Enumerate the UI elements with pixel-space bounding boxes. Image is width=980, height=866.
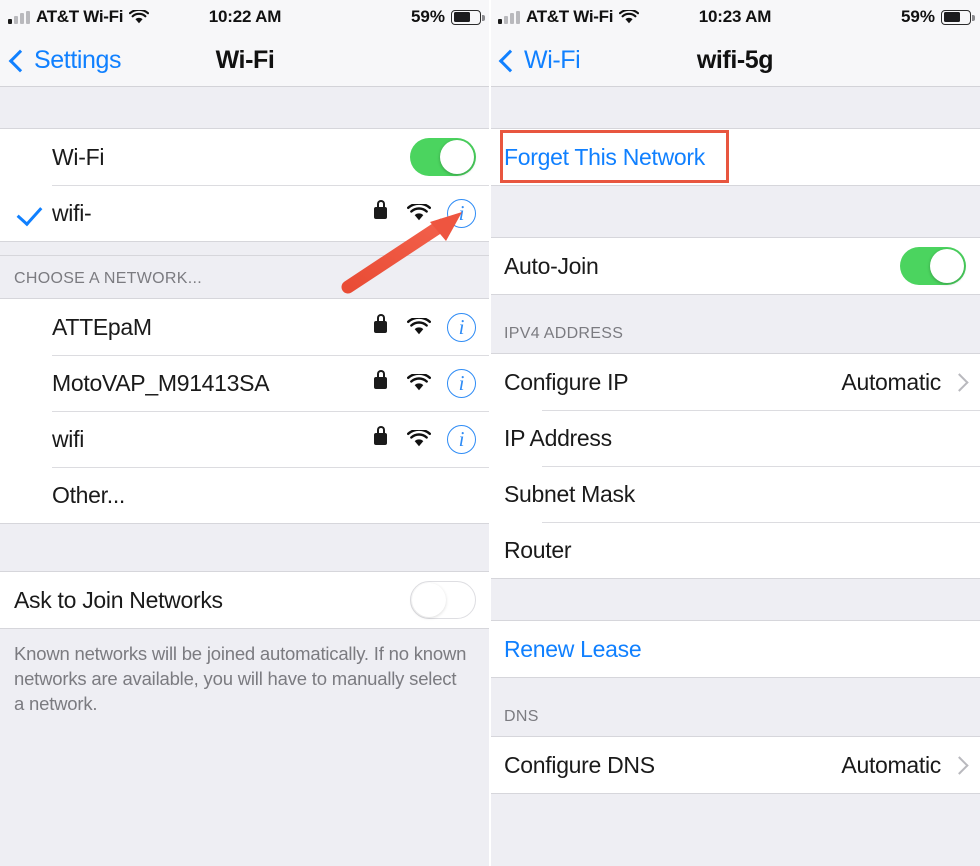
ask-to-join-footnote: Known networks will be joined automatica… [0,629,490,716]
connected-network-icons: i [374,198,476,228]
wifi-icon [407,374,431,391]
renew-lease-group: Renew Lease [490,621,980,678]
left-phone-screen: AT&T Wi-Fi 10:22 AM 59% Settings Wi-Fi W… [0,0,490,866]
renew-lease-label: Renew Lease [504,635,642,662]
configure-dns-value: Automatic [841,751,941,778]
choose-network-header: CHOOSE A NETWORK... [0,256,490,298]
battery-icon [451,9,485,25]
subnet-mask-label: Subnet Mask [504,480,635,507]
top-gap [490,87,980,129]
status-bar: AT&T Wi-Fi 10:23 AM 59% [490,0,980,34]
forget-network-group: Forget This Network [490,129,980,186]
row-connected-network[interactable]: wifi- i [0,185,490,241]
navigation-bar: Settings Wi-Fi [0,34,490,87]
section-gap-networks [0,242,490,256]
dns-header-band: DNS [490,678,980,736]
wifi-toggle-label: Wi-Fi [52,143,105,170]
network-list-group: ATTEpaM i MotoVAP_M91413SA i wifi i Othe… [0,298,490,524]
list-item-other-network[interactable]: Other... [0,467,490,523]
wifi-group: Wi-Fi wifi- i [0,129,490,242]
ip-address-label: IP Address [504,424,612,451]
dns-group: Configure DNS Automatic [490,736,980,794]
info-circle-icon[interactable]: i [447,312,476,342]
list-item-network[interactable]: MotoVAP_M91413SA i [0,355,490,411]
navigation-bar: Wi-Fi wifi-5g [490,34,980,87]
ask-to-join-label: Ask to Join Networks [14,586,223,613]
battery-percent-label: 59% [900,7,935,26]
network-name: Other... [52,481,126,508]
row-forget-this-network[interactable]: Forget This Network [490,129,980,185]
row-configure-ip[interactable]: Configure IP Automatic [490,354,980,410]
configure-dns-label: Configure DNS [504,751,655,778]
chevron-right-icon [950,755,969,775]
ipv4-section-header: IPV4 ADDRESS [490,295,980,353]
wifi-icon [407,204,431,221]
network-name: MotoVAP_M91413SA [52,369,270,396]
router-label: Router [504,536,572,563]
row-subnet-mask[interactable]: Subnet Mask [490,466,980,522]
choose-network-header-band: CHOOSE A NETWORK... [0,256,490,298]
row-wifi-toggle[interactable]: Wi-Fi [0,129,490,185]
section-gap-renew-lease [490,579,980,621]
lock-icon [374,314,387,333]
info-circle-icon[interactable]: i [447,198,476,228]
info-circle-icon[interactable]: i [447,368,476,398]
battery-icon [941,9,975,25]
wifi-icon [407,430,431,447]
status-bar-right: 59% [900,7,975,27]
lock-icon [374,370,387,389]
page-title: wifi-5g [696,45,774,74]
network-row-icons: i [374,312,476,342]
page-title: Wi-Fi [215,45,275,74]
lock-icon [374,200,387,219]
list-item-network[interactable]: ATTEpaM i [0,299,490,355]
row-renew-lease[interactable]: Renew Lease [490,621,980,677]
network-name: wifi [52,425,85,452]
connected-network-name: wifi- [52,199,92,226]
row-ask-to-join[interactable]: Ask to Join Networks [0,572,490,628]
network-name: ATTEpaM [52,313,152,340]
lock-icon [374,426,387,445]
row-ip-address[interactable]: IP Address [490,410,980,466]
battery-percent-label: 59% [410,7,445,26]
top-gap [0,87,490,129]
wifi-icon [407,318,431,335]
network-row-icons: i [374,424,476,454]
status-bar-right: 59% [410,7,485,27]
configure-ip-label: Configure IP [504,368,629,395]
info-circle-icon[interactable]: i [447,424,476,454]
ipv4-header-band: IPV4 ADDRESS [490,295,980,353]
row-configure-dns[interactable]: Configure DNS Automatic [490,737,980,793]
list-item-network[interactable]: wifi i [0,411,490,467]
forget-this-network-label: Forget This Network [504,143,705,170]
checkmark-icon [16,199,43,227]
section-gap-ask-to-join [0,524,490,572]
row-router[interactable]: Router [490,522,980,578]
ask-to-join-toggle[interactable] [410,581,476,619]
right-phone-screen: AT&T Wi-Fi 10:23 AM 59% Wi-Fi wifi-5g Fo… [490,0,980,866]
status-bar: AT&T Wi-Fi 10:22 AM 59% [0,0,490,34]
panel-divider [489,0,491,866]
screenshot-root: AT&T Wi-Fi 10:22 AM 59% Settings Wi-Fi W… [0,0,980,866]
row-auto-join[interactable]: Auto-Join [490,238,980,294]
dns-section-header: DNS [490,678,980,736]
auto-join-toggle[interactable] [900,247,966,285]
section-gap-auto-join [490,186,980,238]
auto-join-group: Auto-Join [490,238,980,295]
wifi-toggle[interactable] [410,138,476,176]
chevron-right-icon [950,372,969,392]
network-row-icons: i [374,368,476,398]
ipv4-group: Configure IP Automatic IP Address Subnet… [490,353,980,579]
ask-to-join-group: Ask to Join Networks [0,572,490,629]
auto-join-label: Auto-Join [504,252,599,279]
configure-ip-value: Automatic [841,368,941,395]
